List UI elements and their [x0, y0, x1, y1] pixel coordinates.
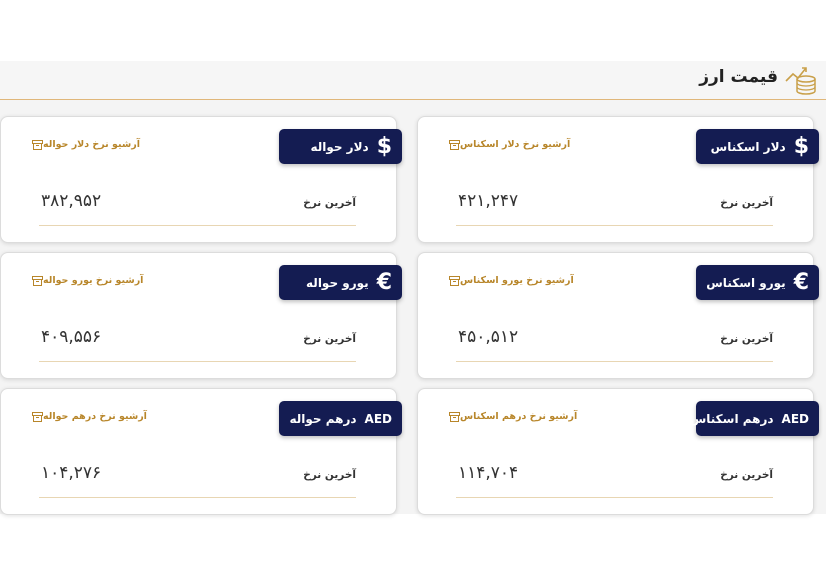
- page-title: قیمت ارز: [699, 67, 778, 87]
- archive-link[interactable]: آرشیو نرخ یورو حواله: [29, 275, 143, 286]
- archive-label: آرشیو نرخ یورو حواله: [43, 275, 144, 286]
- archive-box-icon: [32, 411, 43, 422]
- currency-name: درهم اسکناس: [689, 411, 774, 426]
- last-rate-label: آخرین نرخ: [303, 333, 356, 345]
- currency-badge: یورو اسکناس €: [696, 265, 819, 300]
- rate-value: ۱۰۴,۲۷۶: [41, 463, 102, 483]
- archive-link[interactable]: آرشیو نرخ دلار حواله: [29, 139, 140, 150]
- archive-label: آرشیو نرخ دلار اسکناس: [460, 139, 571, 150]
- currency-card-usd-transfer: دلار حواله $ آرشیو نرخ دلار حواله آخرین …: [0, 116, 402, 243]
- rate-value: ۴۰۹,۵۵۶: [41, 327, 102, 347]
- currency-badge: یورو حواله €: [279, 265, 402, 300]
- archive-label: آرشیو نرخ یورو اسکناس: [460, 275, 574, 286]
- currency-card-usd-cash: دلار اسکناس $ آرشیو نرخ دلار اسکناس آخری…: [417, 116, 819, 243]
- archive-link[interactable]: آرشیو نرخ درهم اسکناس: [446, 411, 577, 422]
- archive-label: آرشیو نرخ درهم حواله: [43, 411, 147, 422]
- divider: [39, 497, 356, 498]
- currency-name: درهم حواله: [289, 411, 357, 426]
- section-header: قیمت ارز: [0, 61, 826, 100]
- archive-box-icon: [32, 139, 43, 150]
- last-rate-label: آخرین نرخ: [303, 469, 356, 481]
- aed-icon: AED: [364, 411, 392, 426]
- currency-name: یورو اسکناس: [706, 275, 786, 290]
- archive-link[interactable]: آرشیو نرخ درهم حواله: [29, 411, 147, 422]
- currency-card-aed-cash: درهم اسکناس AED آرشیو نرخ درهم اسکناس آخ…: [417, 388, 819, 515]
- rate-value: ۴۲۱,۲۴۷: [458, 191, 519, 211]
- divider: [39, 361, 356, 362]
- coins-chart-icon: [785, 67, 816, 95]
- divider: [39, 225, 356, 226]
- currency-badge: دلار اسکناس $: [696, 129, 819, 164]
- archive-box-icon: [449, 411, 460, 422]
- currency-name: یورو حواله: [306, 275, 369, 290]
- archive-link[interactable]: آرشیو نرخ یورو اسکناس: [446, 275, 574, 286]
- archive-label: آرشیو نرخ درهم اسکناس: [460, 411, 578, 422]
- archive-box-icon: [449, 139, 460, 150]
- divider: [456, 225, 773, 226]
- rate-value: ۴۵۰,۵۱۲: [458, 327, 519, 347]
- dollar-icon: $: [376, 133, 392, 159]
- currency-card-aed-transfer: درهم حواله AED آرشیو نرخ درهم حواله آخری…: [0, 388, 402, 515]
- last-rate-label: آخرین نرخ: [720, 333, 773, 345]
- currency-panel: قیمت ارز دلار اسکناس $ آرشیو نرخ دلار اس…: [0, 61, 826, 515]
- currency-card-eur-cash: یورو اسکناس € آرشیو نرخ یورو اسکناس آخری…: [417, 252, 819, 379]
- rate-value: ۱۱۴,۷۰۴: [458, 463, 519, 483]
- archive-link[interactable]: آرشیو نرخ دلار اسکناس: [446, 139, 570, 150]
- currency-badge: درهم اسکناس AED: [690, 401, 819, 436]
- rate-value: ۳۸۲,۹۵۲: [41, 191, 102, 211]
- last-rate-label: آخرین نرخ: [720, 469, 773, 481]
- euro-icon: €: [793, 269, 809, 295]
- currency-name: دلار حواله: [310, 139, 369, 154]
- currency-badge: درهم حواله AED: [279, 401, 402, 436]
- last-rate-label: آخرین نرخ: [303, 197, 356, 209]
- currency-badge: دلار حواله $: [279, 129, 402, 164]
- archive-box-icon: [449, 275, 460, 286]
- divider: [456, 497, 773, 498]
- archive-box-icon: [32, 275, 43, 286]
- currency-card-eur-transfer: یورو حواله € آرشیو نرخ یورو حواله آخرین …: [0, 252, 402, 379]
- dollar-icon: $: [793, 133, 809, 159]
- archive-label: آرشیو نرخ دلار حواله: [43, 139, 140, 150]
- last-rate-label: آخرین نرخ: [720, 197, 773, 209]
- aed-icon: AED: [781, 411, 809, 426]
- currency-name: دلار اسکناس: [710, 139, 786, 154]
- divider: [456, 361, 773, 362]
- euro-icon: €: [376, 269, 392, 295]
